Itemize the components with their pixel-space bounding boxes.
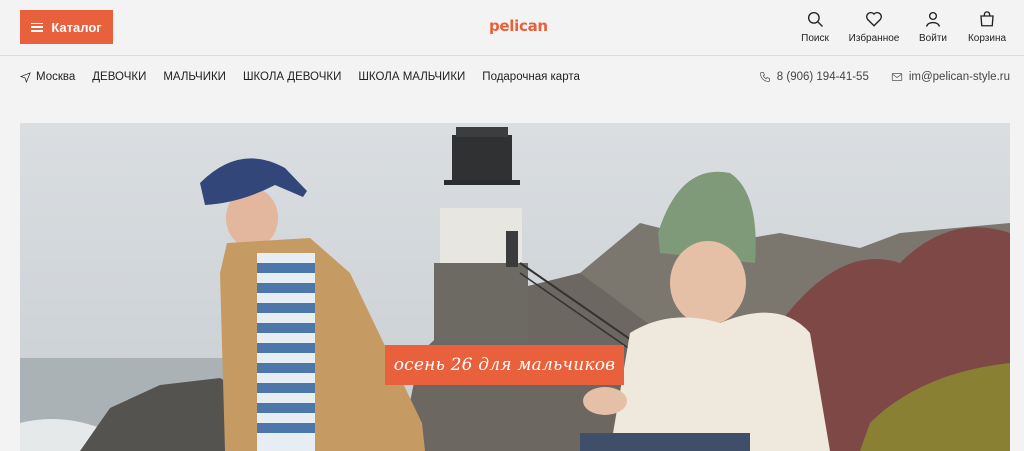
mail-icon	[891, 73, 902, 81]
search-label: Поиск	[801, 33, 829, 44]
nav-link-girls[interactable]: ДЕВОЧКИ	[92, 71, 146, 83]
login-button[interactable]: Войти	[906, 10, 960, 44]
phone-icon	[759, 72, 770, 82]
bag-icon	[980, 11, 994, 27]
main-nav: Москва ДЕВОЧКИ МАЛЬЧИКИ ШКОЛА ДЕВОЧКИ ШК…	[0, 56, 1024, 100]
cart-button[interactable]: Корзина	[960, 10, 1014, 44]
promo-label[interactable]: осень 26 для мальчиков	[385, 345, 624, 385]
catalog-button-label: Каталог	[51, 19, 102, 35]
cart-label: Корзина	[967, 33, 1007, 44]
login-label: Войти	[919, 33, 947, 44]
contacts: 8 (906) 194-41-55 im@pelican-style.ru	[759, 71, 1010, 83]
nav-link-school-boys[interactable]: ШКОЛА МАЛЬЧИКИ	[358, 71, 465, 83]
location-arrow-icon	[20, 71, 31, 83]
site-header: Каталог pelican Поиск Избранное Войти Ко…	[0, 0, 1024, 56]
site-logo[interactable]: pelican	[489, 17, 548, 35]
phone-link[interactable]: 8 (906) 194-41-55	[759, 71, 869, 83]
city-label: Москва	[36, 71, 76, 83]
nav-links: Москва ДЕВОЧКИ МАЛЬЧИКИ ШКОЛА ДЕВОЧКИ ШК…	[20, 71, 597, 83]
user-icon	[925, 11, 941, 27]
header-actions: Поиск Избранное Войти Корзина	[788, 10, 1014, 44]
hero-banner[interactable]: осень 26 для мальчиков	[20, 123, 1010, 451]
catalog-button[interactable]: Каталог	[20, 10, 113, 44]
search-icon	[807, 11, 823, 27]
heart-icon	[866, 11, 882, 27]
banner-photo	[20, 123, 1010, 451]
nav-link-school-girls[interactable]: ШКОЛА ДЕВОЧКИ	[243, 71, 341, 83]
favorites-button[interactable]: Избранное	[842, 10, 906, 44]
search-button[interactable]: Поиск	[788, 10, 842, 44]
favorites-label: Избранное	[848, 33, 900, 44]
city-selector[interactable]: Москва	[20, 71, 75, 83]
email-address: im@pelican-style.ru	[908, 71, 1010, 83]
nav-link-gift-card[interactable]: Подарочная карта	[482, 71, 580, 83]
nav-link-boys[interactable]: МАЛЬЧИКИ	[163, 71, 226, 83]
menu-icon	[31, 22, 44, 32]
email-link[interactable]: im@pelican-style.ru	[891, 71, 1010, 83]
phone-number: 8 (906) 194-41-55	[776, 71, 869, 83]
